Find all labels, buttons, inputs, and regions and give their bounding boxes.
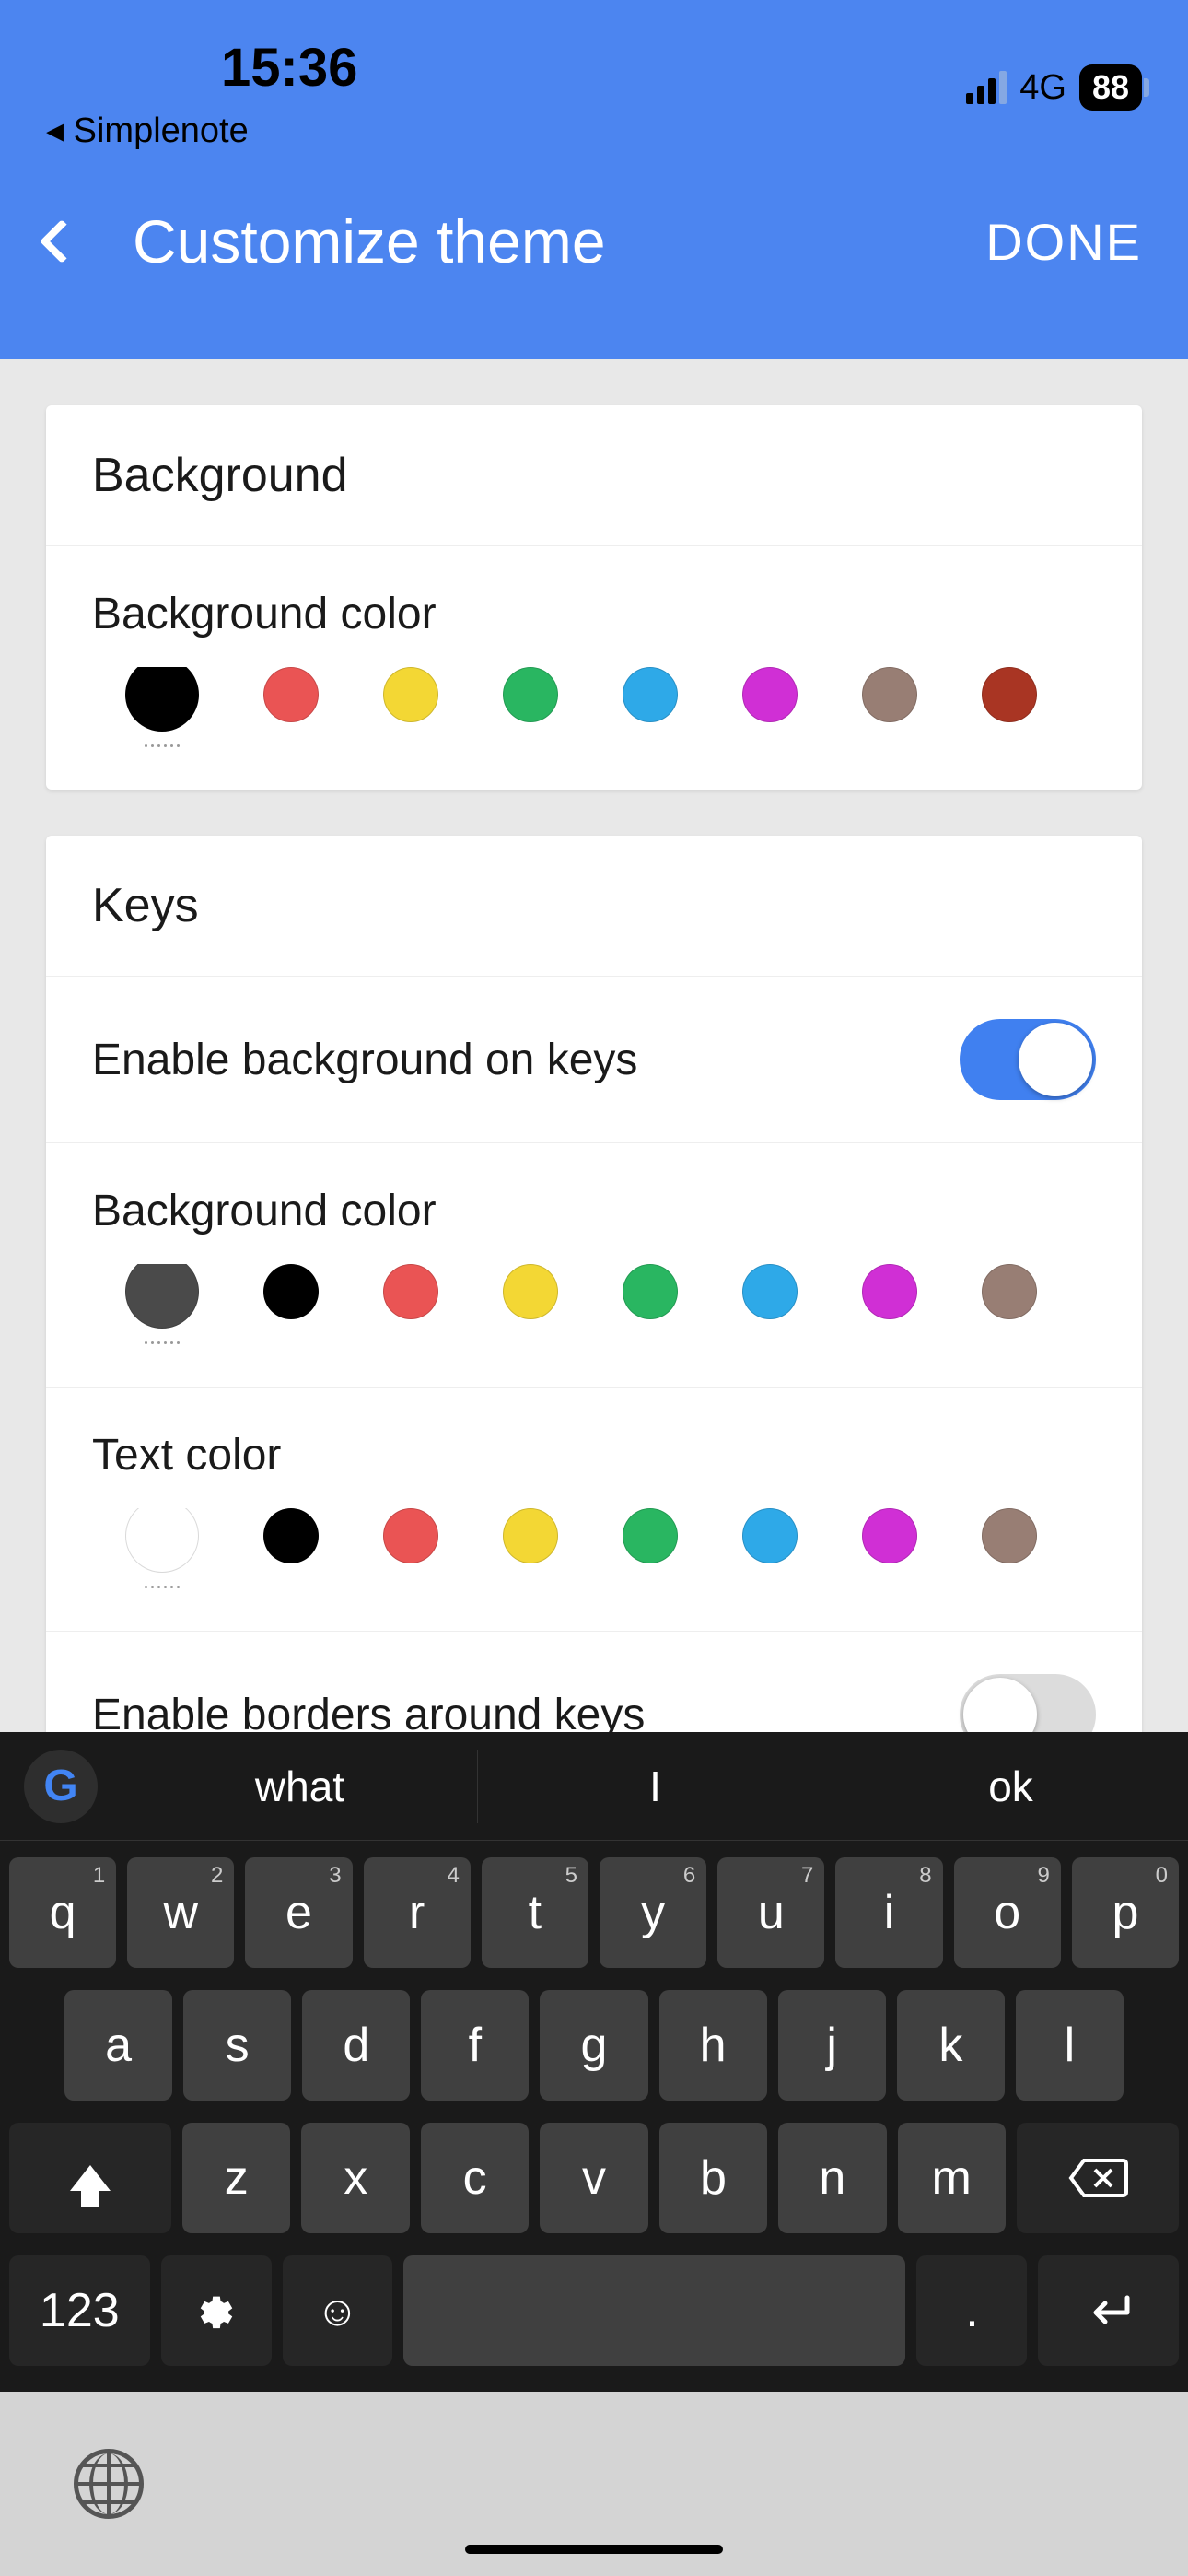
- bottom-bar: [0, 2392, 1188, 2576]
- key-q[interactable]: q1: [9, 1857, 116, 1968]
- space-key[interactable]: [403, 2255, 905, 2366]
- period-key[interactable]: .: [916, 2255, 1027, 2366]
- key-y[interactable]: y6: [600, 1857, 706, 1968]
- key-b[interactable]: b: [659, 2123, 767, 2233]
- key-e[interactable]: e3: [245, 1857, 352, 1968]
- key-v[interactable]: v: [540, 2123, 647, 2233]
- background-color-label: Background color: [92, 589, 1096, 639]
- key-k[interactable]: k: [897, 1990, 1005, 2101]
- key-i[interactable]: i8: [835, 1857, 942, 1968]
- suggestion-2[interactable]: I: [477, 1750, 833, 1823]
- color-swatch[interactable]: [862, 667, 917, 722]
- suggestion-1[interactable]: what: [122, 1750, 477, 1823]
- background-card: Background Background color: [46, 405, 1142, 790]
- battery-indicator: 88: [1079, 64, 1142, 111]
- emoji-icon: ☺: [316, 2286, 359, 2336]
- color-swatch[interactable]: [982, 667, 1037, 722]
- color-swatch[interactable]: [862, 1508, 917, 1563]
- back-icon[interactable]: [40, 219, 84, 263]
- color-swatch[interactable]: [623, 1508, 678, 1563]
- key-c[interactable]: c: [421, 2123, 529, 2233]
- background-color-swatches: [92, 667, 1096, 747]
- key-u[interactable]: u7: [717, 1857, 824, 1968]
- gear-icon: [195, 2289, 238, 2332]
- color-swatch[interactable]: [742, 667, 798, 722]
- color-swatch[interactable]: [503, 667, 558, 722]
- suggestion-3[interactable]: ok: [833, 1750, 1188, 1823]
- keyboard-suggestions: G what I ok: [0, 1732, 1188, 1841]
- key-g[interactable]: g: [540, 1990, 647, 2101]
- key-p[interactable]: p0: [1072, 1857, 1179, 1968]
- signal-icon: [966, 71, 1007, 104]
- color-swatch[interactable]: [125, 667, 199, 732]
- keys-bg-color-label: Background color: [92, 1186, 1096, 1236]
- enter-icon: [1083, 2292, 1135, 2329]
- app-header: 15:36 ◂ Simplenote 4G 88 Customize theme…: [0, 0, 1188, 359]
- key-o[interactable]: o9: [954, 1857, 1061, 1968]
- key-n[interactable]: n: [778, 2123, 886, 2233]
- keyboard-row-3: zxcvbnm: [9, 2123, 1179, 2233]
- settings-key[interactable]: [161, 2255, 272, 2366]
- key-l[interactable]: l: [1016, 1990, 1124, 2101]
- color-swatch[interactable]: [263, 1264, 319, 1319]
- numbers-key[interactable]: 123: [9, 2255, 150, 2366]
- key-r[interactable]: r4: [364, 1857, 471, 1968]
- color-swatch[interactable]: [623, 1264, 678, 1319]
- key-z[interactable]: z: [182, 2123, 290, 2233]
- page-title: Customize theme: [133, 206, 606, 276]
- color-swatch[interactable]: [862, 1264, 917, 1319]
- color-swatch[interactable]: [383, 1264, 438, 1319]
- keys-text-color-swatches: [92, 1508, 1096, 1588]
- color-swatch[interactable]: [503, 1264, 558, 1319]
- network-label: 4G: [1019, 68, 1066, 108]
- emoji-key[interactable]: ☺: [283, 2255, 393, 2366]
- color-swatch[interactable]: [623, 667, 678, 722]
- keys-bg-color-swatches: [92, 1264, 1096, 1344]
- key-s[interactable]: s: [183, 1990, 291, 2101]
- color-swatch[interactable]: [503, 1508, 558, 1563]
- done-button[interactable]: DONE: [985, 212, 1142, 272]
- key-a[interactable]: a: [64, 1990, 172, 2101]
- enable-bg-keys-label: Enable background on keys: [92, 1035, 637, 1085]
- key-j[interactable]: j: [778, 1990, 886, 2101]
- color-swatch[interactable]: [263, 667, 319, 722]
- keys-text-color-label: Text color: [92, 1430, 1096, 1481]
- key-h[interactable]: h: [659, 1990, 767, 2101]
- color-swatch[interactable]: [263, 1508, 319, 1563]
- enter-key[interactable]: [1038, 2255, 1179, 2366]
- key-w[interactable]: w2: [127, 1857, 234, 1968]
- color-swatch[interactable]: [125, 1264, 199, 1329]
- color-swatch[interactable]: [982, 1508, 1037, 1563]
- backspace-key[interactable]: [1017, 2123, 1179, 2233]
- backspace-icon: [1067, 2157, 1128, 2199]
- shift-icon: [70, 2165, 111, 2191]
- color-swatch[interactable]: [742, 1508, 798, 1563]
- key-f[interactable]: f: [421, 1990, 529, 2101]
- section-header-keys: Keys: [92, 878, 1096, 933]
- google-icon[interactable]: G: [24, 1750, 98, 1823]
- key-m[interactable]: m: [898, 2123, 1006, 2233]
- enable-bg-keys-toggle[interactable]: [960, 1019, 1096, 1100]
- color-swatch[interactable]: [742, 1264, 798, 1319]
- color-swatch[interactable]: [125, 1508, 199, 1573]
- nav-bar: Customize theme DONE: [0, 151, 1188, 276]
- home-indicator[interactable]: [465, 2545, 723, 2554]
- color-swatch[interactable]: [383, 1508, 438, 1563]
- section-header-background: Background: [92, 448, 1096, 503]
- key-t[interactable]: t5: [482, 1857, 588, 1968]
- key-d[interactable]: d: [302, 1990, 410, 2101]
- color-swatch[interactable]: [383, 667, 438, 722]
- status-bar: 15:36 ◂ Simplenote 4G 88: [0, 0, 1188, 151]
- key-x[interactable]: x: [301, 2123, 409, 2233]
- keys-card: Keys Enable background on keys Backgroun…: [46, 836, 1142, 1797]
- shift-key[interactable]: [9, 2123, 171, 2233]
- content-area: Background Background color Keys Enable …: [0, 359, 1188, 1890]
- color-swatch[interactable]: [982, 1264, 1037, 1319]
- back-to-app[interactable]: ◂ Simplenote: [46, 110, 357, 151]
- globe-icon[interactable]: [74, 2449, 144, 2519]
- status-time: 15:36: [221, 37, 357, 99]
